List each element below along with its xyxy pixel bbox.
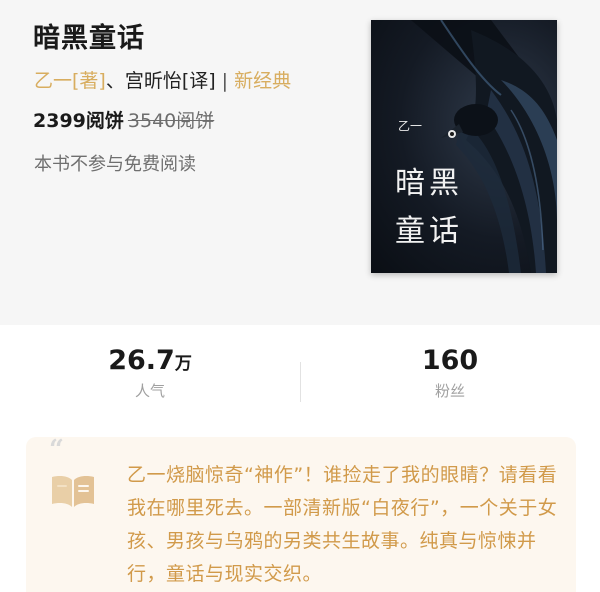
popularity-stat: 26.7万 人气 bbox=[50, 345, 250, 401]
book-cover[interactable]: 乙一 暗黑 童话 bbox=[371, 20, 557, 273]
popularity-label: 人气 bbox=[134, 382, 165, 400]
author-link[interactable]: 乙一[著] bbox=[34, 70, 106, 92]
fans-value: 160 bbox=[421, 345, 479, 376]
cover-title-line1: 暗黑 bbox=[395, 166, 463, 201]
cover-author: 乙一 bbox=[398, 119, 423, 133]
stats-divider bbox=[300, 362, 301, 402]
price-line: 2399阅饼 3540阅饼 bbox=[33, 106, 214, 133]
book-title: 暗黑童话 bbox=[33, 23, 145, 54]
series-link[interactable]: 新经典 bbox=[234, 70, 291, 92]
open-book-icon bbox=[52, 476, 94, 507]
cover-title-line2: 童话 bbox=[395, 214, 463, 249]
book-description: 乙一烧脑惊奇“神作”！谁捡走了我的眼睛？请看看我在哪里死去。一部清新版“白夜行”… bbox=[127, 464, 558, 585]
book-header: 暗黑童话 乙一[著]、宫昕怡[译] | 新经典 2399阅饼 3540阅饼 本书不参与… bbox=[0, 0, 600, 325]
translator-name[interactable]: 宫昕怡[译] bbox=[125, 70, 216, 92]
series-divider: | bbox=[221, 70, 229, 92]
popularity-unit: 万 bbox=[174, 354, 192, 374]
popularity-value: 26.7 bbox=[108, 345, 175, 376]
original-price: 3540阅饼 bbox=[127, 110, 215, 132]
fans-label: 粉丝 bbox=[434, 382, 465, 400]
current-price: 2399阅饼 bbox=[33, 110, 124, 132]
quote-mark-icon: “ bbox=[49, 435, 64, 465]
book-intro-card[interactable]: “ 乙一烧脑惊奇“神作”！谁捡走了我的眼睛？请看看我在哪里死去。一部清新版“白夜… bbox=[26, 435, 576, 592]
fans-stat[interactable]: 160 粉丝 bbox=[350, 345, 550, 401]
author-separator: 、 bbox=[105, 70, 125, 92]
free-read-note: 本书不参与免费阅读 bbox=[34, 154, 196, 175]
author-line: 乙一[著]、宫昕怡[译] | 新经典 bbox=[34, 66, 291, 93]
